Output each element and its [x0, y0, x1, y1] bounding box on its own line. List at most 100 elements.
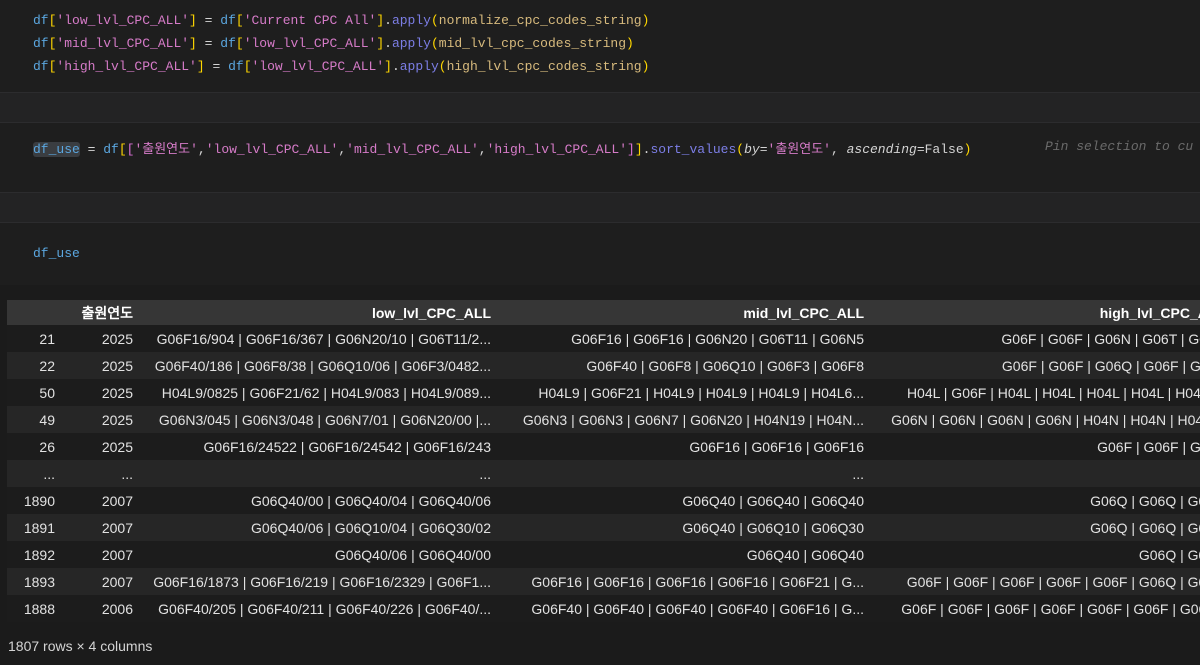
table-cell: G06F40/186 | G06F8/38 | G06Q10/06 | G06F… [154, 357, 491, 374]
row-index: 1893 [23, 573, 55, 590]
code-token: [ [243, 59, 252, 74]
code-token: ] [634, 142, 643, 157]
code-token: ] [189, 36, 197, 51]
code-token: 'mid_lvl_CPC_ALL' [56, 36, 190, 51]
table-cell: G06F16/1873 | G06F16/219 | G06F16/2329 |… [153, 573, 491, 590]
code-token: ) [641, 59, 650, 74]
code-token: 'low_lvl_CPC_ALL' [205, 142, 339, 157]
column-header: 출원연도 [63, 300, 141, 325]
table-cell: H04L | G06F | H04L | H04L | H04L | H04L … [906, 384, 1200, 401]
code-token: = [196, 36, 221, 51]
table-cell: ... [121, 465, 133, 482]
table-row: 1890 2007 G06Q40/00 | G06Q40/04 | G06Q40/0… [7, 487, 1200, 514]
code-token: '출원연도' [134, 142, 198, 157]
code-token: df [228, 59, 244, 74]
table-cell: 2006 [101, 600, 133, 617]
code-cell-transform[interactable]: df['low_lvl_CPC_ALL'] = df['Current CPC … [0, 0, 1200, 92]
code-token: by [744, 142, 760, 157]
code-token: ] [384, 59, 392, 74]
code-token: 'low_lvl_CPC_ALL' [251, 59, 385, 74]
cell-gap [0, 92, 1200, 123]
cell-output-area: 출원연도 low_lvl_CPC_ALL mid_lvl_CPC_ALL high_l… [0, 285, 1200, 654]
code-token: = [204, 59, 229, 74]
table-cell: G06Q | G06Q | G06Q [1090, 519, 1200, 536]
code-token: df [220, 13, 236, 28]
code-line[interactable]: df['low_lvl_CPC_ALL'] = df['Current CPC … [33, 9, 1200, 32]
dataframe-table: 출원연도 low_lvl_CPC_ALL mid_lvl_CPC_ALL high_l… [7, 300, 1200, 622]
code-line[interactable]: df_use = df[['출원연도','low_lvl_CPC_ALL','m… [33, 138, 1200, 161]
code-token: ] [196, 59, 205, 74]
column-header: high_lvl_CPC_ALL [872, 300, 1200, 325]
code-token: high_lvl_cpc_codes_string [446, 59, 642, 74]
column-header: mid_lvl_CPC_ALL [499, 300, 872, 325]
table-cell: H04L9/0825 | G06F21/62 | H04L9/083 | H04… [161, 384, 491, 401]
code-token: ] [376, 36, 385, 51]
code-token: ( [736, 142, 745, 157]
code-token: df [103, 142, 119, 157]
code-token: df_use [33, 142, 80, 157]
code-editor[interactable]: df_use [33, 242, 1200, 265]
code-line[interactable]: df['high_lvl_CPC_ALL'] = df['low_lvl_CPC… [33, 55, 1200, 78]
table-cell: 2025 [101, 384, 133, 401]
code-token: , [197, 142, 206, 157]
table-cell: G06F16 | G06F16 | G06F16 [689, 438, 864, 455]
table-row: 49 2025 G06N3/045 | G06N3/048 | G06N7/01 |… [7, 406, 1200, 433]
code-token: [ [235, 13, 244, 28]
table-cell: G06F | G06F | G06F | G06F | G06F | G06F … [901, 600, 1200, 617]
code-token: df [33, 59, 49, 74]
table-cell: 2007 [101, 492, 133, 509]
table-cell: G06Q40 | G06Q40 [746, 546, 864, 563]
code-token: . [384, 36, 392, 51]
table-header-row: 출원연도 low_lvl_CPC_ALL mid_lvl_CPC_ALL high_l… [7, 300, 1200, 325]
code-token: ascending [846, 142, 917, 157]
table-cell: 2007 [101, 519, 133, 536]
code-token: ) [626, 36, 634, 51]
table-cell: 2007 [101, 573, 133, 590]
code-token: df [220, 36, 236, 51]
table-cell: G06Q | G06Q [1138, 546, 1200, 563]
code-token: ) [963, 142, 972, 157]
code-line[interactable]: df['mid_lvl_CPC_ALL'] = df['low_lvl_CPC_… [33, 32, 1200, 55]
code-token: df [33, 13, 49, 28]
table-cell: G06F | G06F | G06Q | G06F | G06F [1001, 357, 1200, 374]
table-cell: G06Q40/00 | G06Q40/04 | G06Q40/06 [251, 492, 491, 509]
code-token: ) [641, 13, 650, 28]
table-cell: G06Q40 | G06Q10 | G06Q30 [682, 519, 864, 536]
code-token: = [196, 13, 221, 28]
code-token: ] [627, 142, 635, 157]
code-token: = [79, 142, 104, 157]
table-cell: G06N3/045 | G06N3/048 | G06N7/01 | G06N2… [158, 411, 491, 428]
table-cell: G06Q40/06 | G06Q10/04 | G06Q30/02 [251, 519, 491, 536]
table-cell: G06N3 | G06N3 | G06N7 | G06N20 | H04N19 … [522, 411, 864, 428]
code-token: ] [376, 13, 385, 28]
code-token: 'Current CPC All' [243, 13, 377, 28]
code-editor[interactable]: df['low_lvl_CPC_ALL'] = df['Current CPC … [33, 9, 1200, 78]
code-token: , [338, 142, 347, 157]
row-index: 50 [39, 384, 55, 401]
table-cell: G06F16/24522 | G06F16/24542 | G06F16/243 [203, 438, 491, 455]
table-row: 1891 2007 G06Q40/06 | G06Q10/04 | G06Q30/0… [7, 514, 1200, 541]
code-token: mid_lvl_cpc_codes_string [438, 36, 626, 51]
table-cell: 2025 [101, 330, 133, 347]
code-token: 'mid_lvl_CPC_ALL' [346, 142, 479, 157]
pin-selection-hint[interactable]: Pin selection to cu [1045, 139, 1193, 154]
table-row: 50 2025 H04L9/0825 | G06F21/62 | H04L9/083… [7, 379, 1200, 406]
code-cell-df-use-display[interactable]: df_use [0, 223, 1200, 285]
code-line[interactable]: df_use [33, 242, 1200, 265]
code-token: normalize_cpc_codes_string [438, 13, 642, 28]
table-cell: 2025 [101, 357, 133, 374]
row-index: 1888 [23, 600, 55, 617]
code-cell-df-use-assignment[interactable]: df_use = df[['출원연도','low_lvl_CPC_ALL','m… [0, 123, 1200, 192]
table-cell: G06F | G06F | G06F [1097, 438, 1200, 455]
row-index: 1890 [23, 492, 55, 509]
code-editor[interactable]: df_use = df[['출원연도','low_lvl_CPC_ALL','m… [33, 138, 1200, 161]
code-token: apply [399, 59, 439, 74]
code-token: ( [430, 36, 439, 51]
row-index: 26 [39, 438, 55, 455]
table-row: 26 2025 G06F16/24522 | G06F16/24542 | G06F… [7, 433, 1200, 460]
code-token: 'low_lvl_CPC_ALL' [243, 36, 377, 51]
code-token: df [33, 36, 49, 51]
row-index: 1892 [23, 546, 55, 563]
table-cell: G06F40 | G06F8 | G06Q10 | G06F3 | G06F8 [586, 357, 864, 374]
row-index: 21 [39, 330, 55, 347]
